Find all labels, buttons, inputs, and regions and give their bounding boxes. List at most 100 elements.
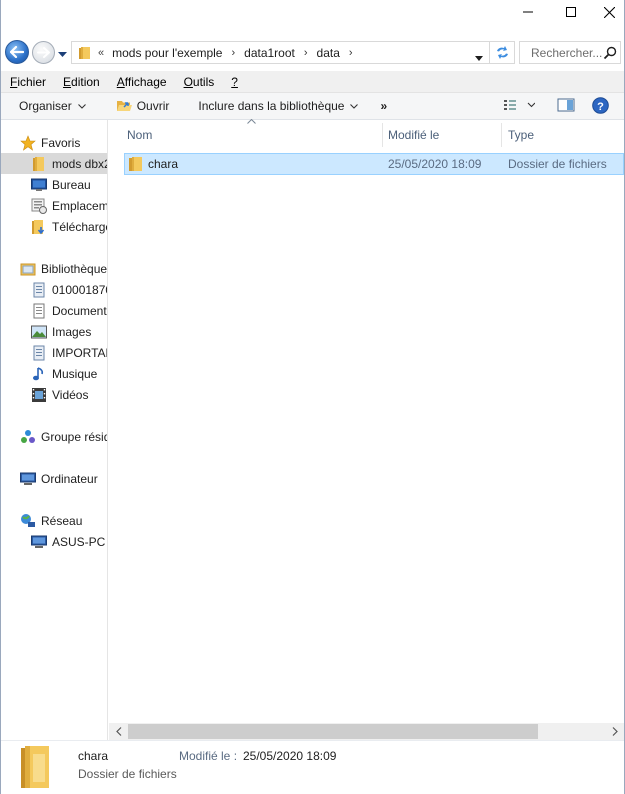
libraries-icon <box>20 261 36 277</box>
scroll-right-button[interactable] <box>606 726 623 737</box>
nav-item-recent-places[interactable]: Emplacements récents <box>1 195 107 216</box>
maximize-button[interactable] <box>552 0 590 24</box>
organize-button[interactable]: Organiser <box>19 99 86 113</box>
menu-affichage[interactable]: Affichage <box>108 75 175 89</box>
search-icon[interactable] <box>603 46 617 60</box>
computer-icon <box>31 534 47 550</box>
row-name: chara <box>148 157 179 171</box>
nav-item-asus-pc[interactable]: ASUS-PC <box>1 531 107 552</box>
details-type: Dossier de fichiers <box>78 767 177 781</box>
library-icon <box>31 345 47 361</box>
help-button[interactable]: ? <box>592 97 609 117</box>
maximize-icon <box>566 7 576 17</box>
view-options-button[interactable] <box>503 97 536 116</box>
column-header-modified[interactable]: Modifié le <box>388 123 439 147</box>
chevron-down-icon <box>475 56 483 61</box>
documents-icon <box>31 303 47 319</box>
title-bar <box>1 0 624 28</box>
folder-icon <box>129 157 142 171</box>
images-icon <box>31 324 47 340</box>
column-header-type[interactable]: Type <box>508 123 534 147</box>
table-row[interactable]: chara 25/05/2020 18:09 Dossier de fichie… <box>124 153 624 175</box>
search-placeholder: Rechercher... <box>531 45 603 60</box>
sort-ascending-icon <box>247 119 256 124</box>
refresh-button[interactable] <box>490 41 515 64</box>
breadcrumb-overflow[interactable]: « <box>98 47 104 59</box>
open-folder-icon <box>116 101 132 111</box>
file-list: Nom Modifié le Type chara 25/05/2020 18:… <box>109 119 624 723</box>
row-type: Dossier de fichiers <box>508 157 607 171</box>
nav-computer[interactable]: Ordinateur <box>1 468 107 489</box>
menu-help[interactable]: ? <box>222 75 246 89</box>
close-icon <box>603 6 615 18</box>
refresh-icon <box>496 46 508 59</box>
menu-outils[interactable]: Outils <box>175 75 223 89</box>
breadcrumb-item[interactable]: data1root <box>244 46 295 60</box>
chevron-left-icon <box>115 727 121 736</box>
chevron-right-icon[interactable]: › <box>304 47 308 59</box>
close-button[interactable] <box>590 0 625 24</box>
back-button[interactable] <box>5 40 29 64</box>
forward-button[interactable] <box>32 41 55 64</box>
star-icon <box>20 134 36 151</box>
nav-item-mods-dbx2[interactable]: mods dbx2 <box>1 153 107 174</box>
search-input[interactable]: Rechercher... <box>519 41 621 64</box>
nav-item-videos[interactable]: Vidéos <box>1 384 107 405</box>
nav-item-downloads[interactable]: Téléchargements <box>1 216 107 237</box>
preview-pane-icon <box>557 98 575 112</box>
videos-icon <box>31 387 47 403</box>
details-pane: chara Dossier de fichiers Modifié le : 2… <box>1 740 624 794</box>
explorer-window: « mods pour l'exemple › data1root › data… <box>0 0 625 794</box>
nav-item-documents[interactable]: Documents <box>1 300 107 321</box>
nav-item-music[interactable]: Musique <box>1 363 107 384</box>
command-bar: Organiser Ouvrir Inclure dans la bibliot… <box>1 93 624 120</box>
folder-icon <box>31 156 47 172</box>
more-commands-button[interactable]: » <box>380 99 387 113</box>
chevron-right-icon <box>612 727 618 736</box>
scrollbar-thumb[interactable] <box>128 724 538 739</box>
breadcrumb-item[interactable]: data <box>317 46 340 60</box>
address-row: « mods pour l'exemple › data1root › data… <box>1 36 624 68</box>
help-icon: ? <box>592 97 609 114</box>
menu-edition[interactable]: Edition <box>54 75 108 89</box>
column-divider[interactable] <box>501 123 502 147</box>
nav-favorites[interactable]: Favoris <box>1 132 107 153</box>
folder-icon <box>21 746 49 788</box>
preview-pane-button[interactable] <box>557 97 575 116</box>
details-modified-value: 25/05/2020 18:09 <box>243 749 337 763</box>
nav-homegroup[interactable]: Groupe résidentiel <box>1 426 107 447</box>
arrow-left-icon <box>10 46 24 58</box>
chevron-right-icon[interactable]: › <box>231 47 235 59</box>
chevron-right-icon[interactable]: › <box>349 47 353 59</box>
horizontal-scrollbar[interactable] <box>109 723 624 740</box>
column-header-name[interactable]: Nom <box>127 123 152 147</box>
menu-bar: Fichier Edition Affichage Outils ? <box>1 71 624 93</box>
arrow-right-icon <box>37 47 50 58</box>
nav-libraries[interactable]: Bibliothèques <box>1 258 107 279</box>
nav-item-desktop[interactable]: Bureau <box>1 174 107 195</box>
minimize-button[interactable] <box>509 0 547 24</box>
details-modified-label: Modifié le : <box>179 749 238 763</box>
nav-item-important[interactable]: IMPORTANT <box>1 342 107 363</box>
column-divider[interactable] <box>382 123 383 147</box>
nav-item-library-0100018700[interactable]: 0100018700 <box>1 279 107 300</box>
recent-pages-button[interactable] <box>58 47 67 61</box>
open-button[interactable]: Ouvrir <box>116 99 169 113</box>
scroll-left-button[interactable] <box>110 726 127 737</box>
address-history-button[interactable] <box>475 50 483 64</box>
chevron-down-icon <box>58 52 67 57</box>
homegroup-icon <box>20 429 36 445</box>
desktop-icon <box>31 177 47 193</box>
nav-network[interactable]: Réseau <box>1 510 107 531</box>
nav-item-images[interactable]: Images <box>1 321 107 342</box>
include-library-button[interactable]: Inclure dans la bibliothèque <box>198 99 359 113</box>
downloads-folder-icon <box>31 219 47 235</box>
address-bar[interactable]: « mods pour l'exemple › data1root › data… <box>71 41 490 64</box>
details-name: chara <box>78 749 109 763</box>
breadcrumb-item[interactable]: mods pour l'exemple <box>112 46 222 60</box>
library-icon <box>31 282 47 298</box>
menu-fichier[interactable]: Fichier <box>1 75 54 89</box>
navigation-pane: Favoris mods dbx2 Bureau Emplacements ré… <box>1 120 108 740</box>
recent-places-icon <box>31 198 47 214</box>
minimize-icon <box>523 11 533 13</box>
